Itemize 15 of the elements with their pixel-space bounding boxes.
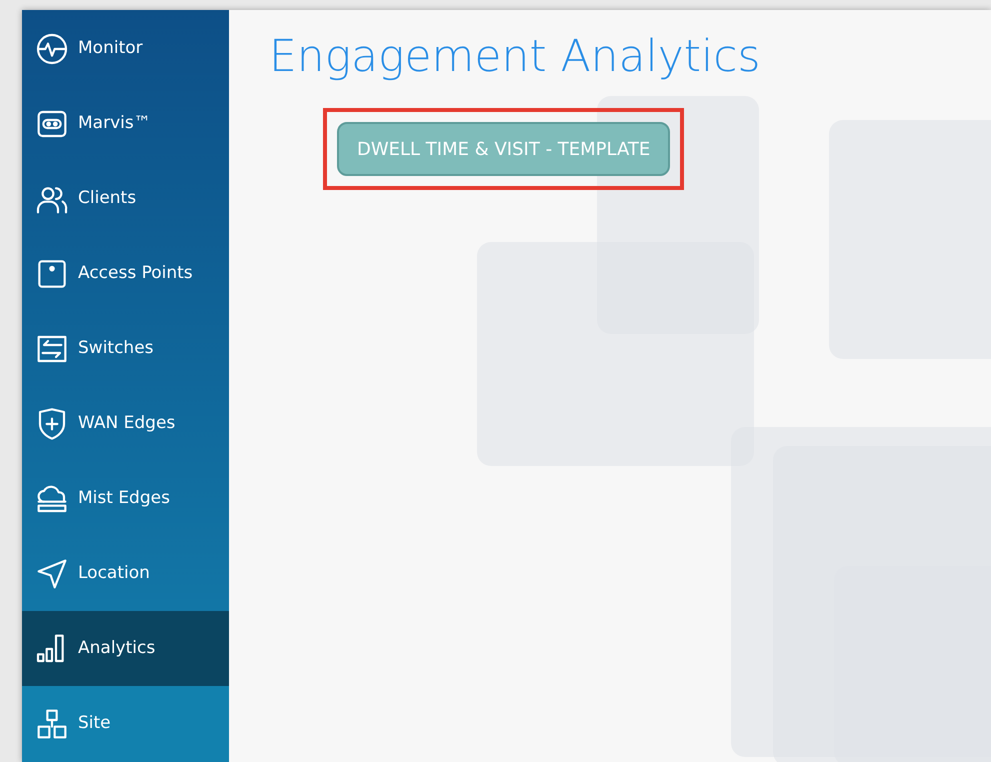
navigation-arrow-icon [36,558,68,590]
sidebar-item[interactable]: Monitor [22,11,229,86]
sidebar-item[interactable]: Location [22,536,229,611]
shield-plus-icon [36,408,68,440]
page-title: Engagement Analytics [269,30,762,84]
sidebar-item[interactable]: Mist Edges [22,461,229,536]
sidebar-item[interactable]: Clients [22,161,229,236]
sidebar-item[interactable]: Access Points [22,236,229,311]
sidebar-item[interactable]: Marvis™ [22,86,229,161]
sidebar-item[interactable]: Switches [22,311,229,386]
sidebar-item[interactable]: Analytics [22,611,229,686]
cloud-tray-icon [36,482,68,514]
pulse-icon [36,32,68,64]
hierarchy-icon [36,708,68,740]
sidebar-item[interactable]: WAN Edges [22,386,229,461]
